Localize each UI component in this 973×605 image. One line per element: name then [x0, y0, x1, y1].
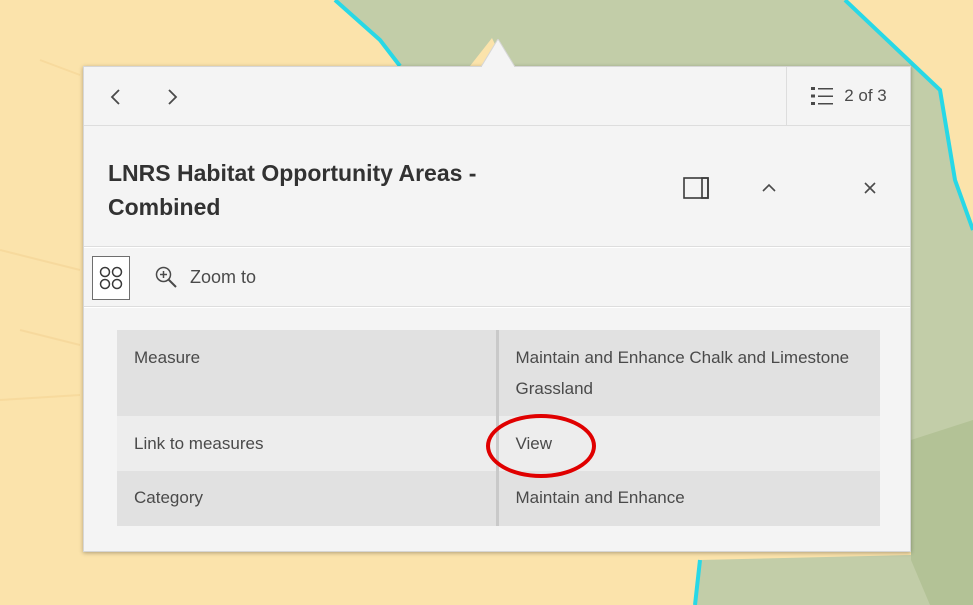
field-value-cell: View [497, 416, 880, 471]
feature-popup: 2 of 3 LNRS Habitat Opportunity Areas - … [83, 39, 911, 552]
field-value: Maintain and Enhance [497, 471, 880, 526]
next-feature-button[interactable] [152, 77, 192, 117]
popup-title: LNRS Habitat Opportunity Areas - Combine… [108, 160, 477, 220]
popup-header: LNRS Habitat Opportunity Areas - Combine… [84, 126, 910, 247]
close-icon [864, 182, 876, 194]
field-key: Category [117, 471, 499, 526]
table-row: Measure Maintain and Enhance Chalk and L… [117, 330, 880, 416]
chevron-right-icon [168, 89, 178, 105]
attribute-table: Measure Maintain and Enhance Chalk and L… [117, 330, 880, 526]
feature-count-label: 2 of 3 [844, 86, 887, 105]
table-row: Category Maintain and Enhance [117, 471, 880, 526]
chevron-up-icon [762, 183, 776, 192]
previous-feature-button[interactable] [96, 77, 136, 117]
chevron-left-icon [110, 89, 120, 105]
popup-pointer [481, 39, 515, 67]
close-button[interactable] [848, 166, 892, 210]
actions-menu-button[interactable] [92, 256, 130, 300]
feature-list-button[interactable]: 2 of 3 [786, 67, 910, 125]
zoom-to-label: Zoom to [190, 266, 257, 287]
action-grid-icon [99, 266, 123, 290]
field-key: Link to measures [117, 416, 499, 471]
habitat-polygon-secondary [911, 420, 973, 605]
dock-icon [683, 177, 709, 199]
popup-navigation-bar: 2 of 3 [84, 67, 910, 126]
popup-content: Measure Maintain and Enhance Chalk and L… [84, 308, 910, 551]
field-value: Maintain and Enhance Chalk and Limestone… [497, 330, 880, 416]
table-row: Link to measures View [117, 416, 880, 471]
popup-action-bar: Zoom to [84, 248, 910, 307]
collapse-button[interactable] [747, 166, 791, 210]
list-icon [811, 87, 834, 105]
zoom-to-button[interactable]: Zoom to [154, 257, 256, 297]
zoom-in-icon [155, 266, 177, 288]
view-measures-link[interactable]: View [516, 434, 553, 453]
field-key: Measure [117, 330, 499, 416]
dock-button[interactable] [674, 166, 718, 210]
